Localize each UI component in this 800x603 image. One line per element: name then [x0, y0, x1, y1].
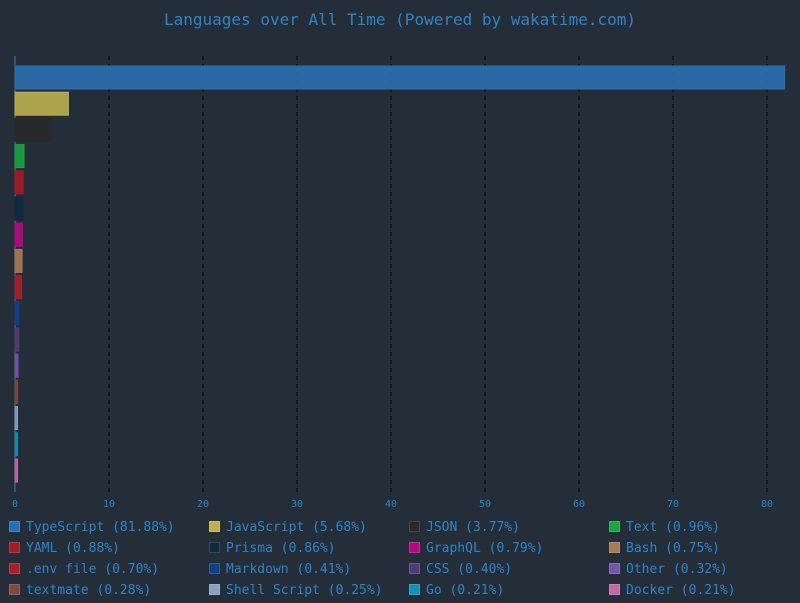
- x-tick-label: 60: [573, 499, 585, 510]
- bar-chart: 0 10 20 30 40 50 60 70 80: [12, 56, 786, 510]
- legend-label: .env file (0.70%): [26, 562, 160, 577]
- legend-swatch: [609, 521, 620, 532]
- legend-swatch: [209, 563, 220, 574]
- bar-docker: [14, 458, 18, 483]
- x-tick-label: 70: [667, 499, 679, 510]
- legend-label: Shell Script (0.25%): [226, 583, 383, 598]
- legend-item: Markdown (0.41%): [209, 562, 351, 582]
- bar--env-file: [14, 275, 23, 300]
- bar-javascript: [14, 91, 69, 116]
- x-tick-label: 80: [761, 499, 773, 510]
- bar-prisma: [14, 196, 24, 221]
- legend-swatch: [409, 521, 420, 532]
- bar-yaml: [14, 170, 24, 195]
- x-tick-label: 30: [291, 499, 303, 510]
- legend-label: Prisma (0.86%): [226, 541, 336, 556]
- legend-swatch: [209, 521, 220, 532]
- legend-swatch: [409, 542, 420, 553]
- legend-label: Text (0.96%): [626, 520, 720, 535]
- legend-swatch: [9, 584, 20, 595]
- legend-swatch: [209, 584, 220, 595]
- bar-text: [14, 144, 25, 169]
- legend-label: CSS (0.40%): [426, 562, 513, 577]
- bar-graphql: [14, 222, 23, 247]
- legend-item: Bash (0.75%): [609, 541, 720, 561]
- bar-typescript: [14, 65, 786, 90]
- legend-swatch: [9, 542, 20, 553]
- legend-item: GraphQL (0.79%): [409, 541, 543, 561]
- legend-label: TypeScript (81.88%): [26, 520, 175, 535]
- bar-textmate: [14, 379, 19, 404]
- legend-item: Go (0.21%): [409, 583, 504, 603]
- legend-item: Prisma (0.86%): [209, 541, 336, 561]
- bar-shell-script: [14, 406, 18, 431]
- legend-item: .env file (0.70%): [9, 562, 159, 582]
- legend-item: textmate (0.28%): [9, 583, 151, 603]
- legend-label: YAML (0.88%): [26, 541, 120, 556]
- legend-item: CSS (0.40%): [409, 562, 512, 582]
- legend-swatch: [209, 542, 220, 553]
- legend-label: JSON (3.77%): [426, 520, 520, 535]
- legend-swatch: [609, 542, 620, 553]
- legend-label: JavaScript (5.68%): [226, 520, 367, 535]
- legend-swatch: [9, 563, 20, 574]
- bar-go: [14, 432, 18, 457]
- legend-label: Go (0.21%): [426, 583, 505, 598]
- x-tick-label: 0: [12, 499, 18, 510]
- legend-swatch: [609, 584, 620, 595]
- grid-lines: [108, 56, 768, 492]
- legend-item: TypeScript (81.88%): [9, 520, 175, 540]
- bar-json: [14, 117, 51, 142]
- legend-label: Bash (0.75%): [626, 541, 720, 556]
- x-tick-label: 50: [479, 499, 491, 510]
- x-tick-label: 20: [197, 499, 209, 510]
- legend-item: JavaScript (5.68%): [209, 520, 367, 540]
- bar-bash: [14, 248, 23, 273]
- legend-item: YAML (0.88%): [9, 541, 120, 561]
- bar-markdown: [14, 301, 20, 326]
- legend-label: Docker (0.21%): [626, 583, 736, 598]
- bars: [14, 65, 786, 483]
- legend-item: JSON (3.77%): [409, 520, 520, 540]
- legend-swatch: [409, 563, 420, 574]
- legend-label: Markdown (0.41%): [226, 562, 352, 577]
- legend-item: Text (0.96%): [609, 520, 720, 540]
- legend-item: Other (0.32%): [609, 562, 728, 582]
- legend-label: textmate (0.28%): [26, 583, 152, 598]
- bar-css: [14, 327, 20, 352]
- legend-item: Shell Script (0.25%): [209, 583, 383, 603]
- legend-item: Docker (0.21%): [609, 583, 736, 603]
- legend-swatch: [609, 563, 620, 574]
- x-tick-label: 40: [385, 499, 397, 510]
- x-tick-labels: 0 10 20 30 40 50 60 70 80: [12, 499, 773, 510]
- legend-label: Other (0.32%): [626, 562, 728, 577]
- x-tick-label: 10: [103, 499, 115, 510]
- legend-swatch: [9, 521, 20, 532]
- legend-swatch: [409, 584, 420, 595]
- legend-label: GraphQL (0.79%): [426, 541, 544, 556]
- bar-other: [14, 353, 19, 378]
